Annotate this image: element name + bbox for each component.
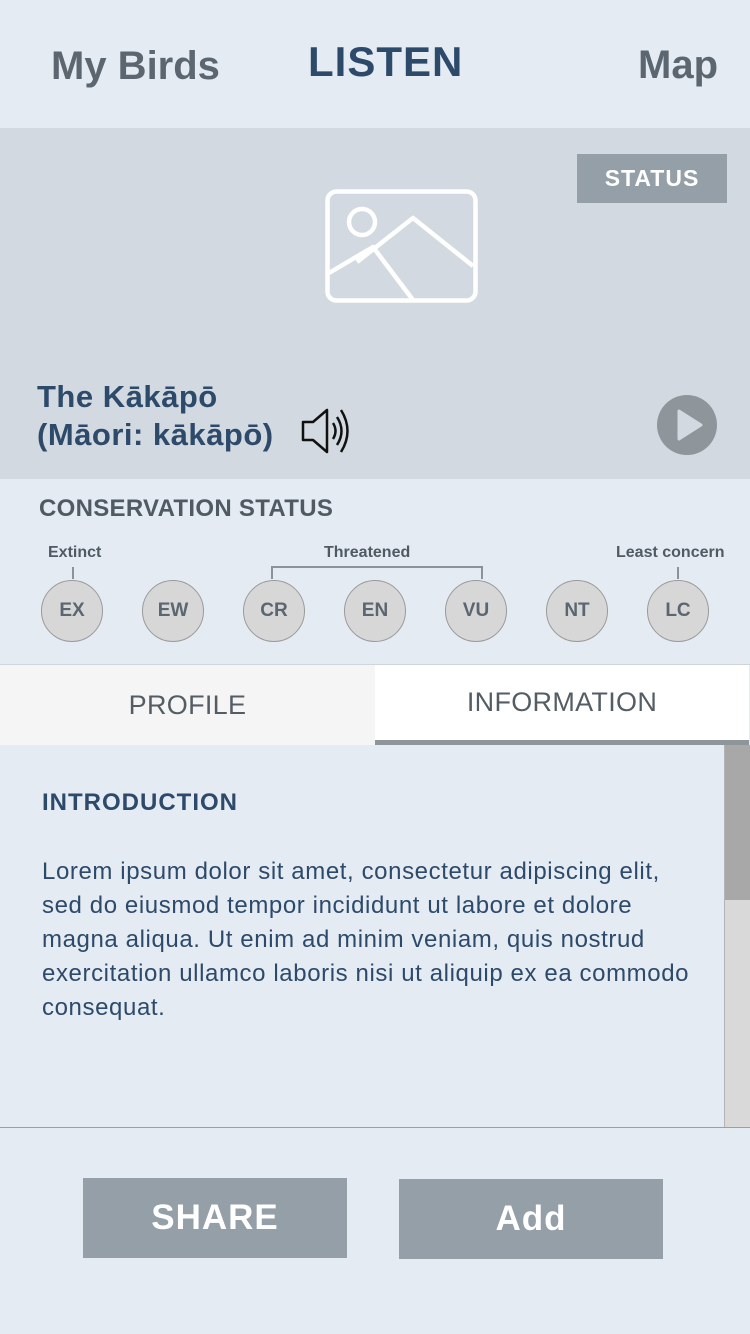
play-icon[interactable] [656, 394, 718, 456]
information-panel: INTRODUCTION Lorem ipsum dolor sit amet,… [0, 745, 750, 1128]
extinct-tick [72, 567, 74, 579]
share-button[interactable]: SHARE [83, 1178, 347, 1258]
status-circle-lc[interactable]: LC [647, 580, 709, 642]
status-circle-en[interactable]: EN [344, 580, 406, 642]
nav-my-birds[interactable]: My Birds [51, 44, 220, 89]
bird-name: The Kākāpō (Māori: kākāpō) [37, 378, 274, 454]
status-circle-ew[interactable]: EW [142, 580, 204, 642]
nav-listen[interactable]: LISTEN [308, 38, 463, 86]
least-concern-tick [677, 567, 679, 579]
introduction-heading: INTRODUCTION [42, 789, 238, 816]
status-circle-vu[interactable]: VU [445, 580, 507, 642]
bird-name-line-2: (Māori: kākāpō) [37, 417, 274, 452]
tab-information[interactable]: INFORMATION [375, 665, 749, 746]
tab-bar: PROFILE INFORMATION [0, 664, 750, 746]
speaker-icon[interactable] [300, 406, 352, 456]
label-least-concern: Least concern [616, 544, 725, 561]
scrollbar[interactable] [724, 745, 750, 1127]
status-circle-ex[interactable]: EX [41, 580, 103, 642]
tab-profile[interactable]: PROFILE [0, 665, 375, 746]
threatened-bracket [271, 566, 483, 579]
image-placeholder-icon [325, 189, 478, 303]
bird-name-line-1: The Kākāpō [37, 379, 218, 414]
label-extinct: Extinct [48, 544, 102, 561]
top-nav: My Birds LISTEN Map [0, 0, 750, 128]
conservation-status-title: CONSERVATION STATUS [39, 495, 334, 522]
bird-hero: STATUS The Kākāpō (Māori: kākāpō) [0, 128, 750, 479]
label-threatened: Threatened [324, 544, 411, 561]
add-button[interactable]: Add [399, 1179, 663, 1259]
nav-map[interactable]: Map [638, 43, 718, 88]
status-circle-cr[interactable]: CR [243, 580, 305, 642]
scrollbar-thumb[interactable] [725, 745, 750, 900]
introduction-body: Lorem ipsum dolor sit amet, consectetur … [42, 858, 690, 1021]
status-button[interactable]: STATUS [577, 154, 727, 203]
status-circle-nt[interactable]: NT [546, 580, 608, 642]
